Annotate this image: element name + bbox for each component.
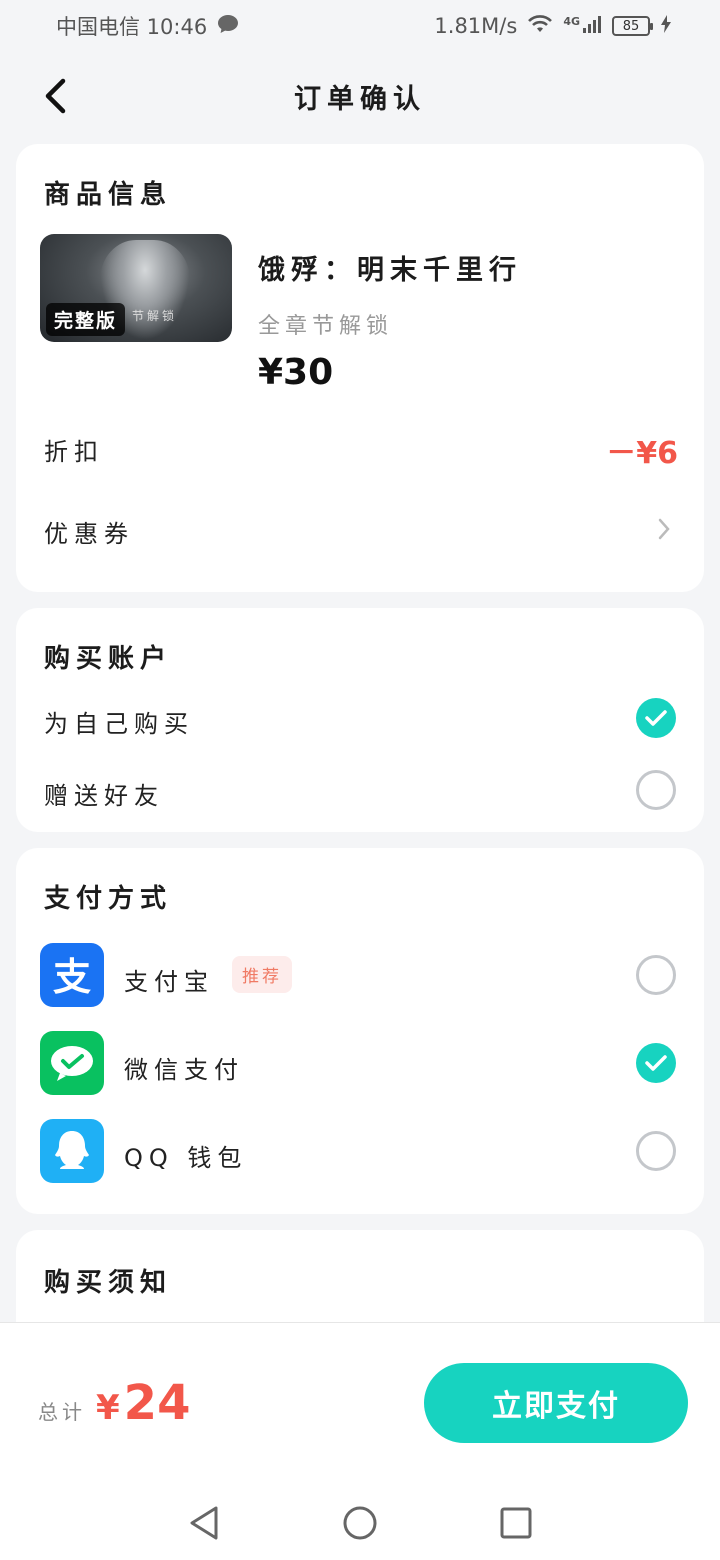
radio-self-checked[interactable] bbox=[636, 698, 676, 738]
pay-now-button[interactable]: 立即支付 bbox=[424, 1363, 688, 1443]
radio-alipay[interactable] bbox=[636, 955, 676, 995]
product-section-title: 商品信息 bbox=[44, 180, 173, 210]
product-cover-image: 节解锁 完整版 bbox=[40, 234, 232, 342]
cover-caption: 节解锁 bbox=[132, 309, 178, 323]
signal-icon bbox=[582, 14, 602, 39]
product-name: 饿殍：明末千里行 bbox=[258, 255, 522, 286]
qq-wallet-label[interactable]: QQ 钱包 bbox=[124, 1138, 247, 1173]
nav-bar: 订单确认 bbox=[0, 60, 720, 132]
radio-qq-wallet[interactable] bbox=[636, 1131, 676, 1171]
currency-symbol: ¥ bbox=[96, 1388, 120, 1428]
radio-gift[interactable] bbox=[636, 770, 676, 810]
payment-section-title: 支付方式 bbox=[44, 884, 173, 914]
discount-label: 折扣 bbox=[44, 438, 104, 466]
product-description: 全章节解锁 bbox=[258, 314, 394, 339]
back-arrow-icon bbox=[45, 78, 66, 114]
recommend-badge: 推荐 bbox=[232, 956, 292, 993]
svg-text:支: 支 bbox=[53, 955, 91, 998]
account-option-gift[interactable]: 赠送好友 bbox=[44, 776, 164, 811]
alipay-icon: 支 bbox=[40, 943, 104, 1007]
message-icon bbox=[217, 14, 239, 39]
check-icon bbox=[645, 1055, 667, 1071]
wifi-icon bbox=[527, 14, 553, 39]
discount-value: －¥6 bbox=[606, 436, 678, 471]
radio-wechat-checked[interactable] bbox=[636, 1043, 676, 1083]
bottom-bar: 总计 ¥ 24 立即支付 bbox=[0, 1322, 720, 1560]
product-price: ¥30 bbox=[258, 352, 334, 393]
check-icon bbox=[645, 710, 667, 726]
back-button[interactable] bbox=[30, 70, 80, 122]
circle-home-icon bbox=[343, 1506, 377, 1540]
total-amount: ¥ 24 bbox=[96, 1375, 190, 1431]
total-label: 总计 bbox=[38, 1400, 86, 1424]
coupon-label[interactable]: 优惠券 bbox=[44, 514, 134, 549]
battery-icon: 85 bbox=[612, 16, 653, 36]
square-recents-icon bbox=[500, 1507, 532, 1539]
battery-level: 85 bbox=[622, 18, 640, 34]
total-value: 24 bbox=[123, 1375, 191, 1431]
page-title: 订单确认 bbox=[294, 83, 426, 115]
network-type: 4G bbox=[563, 14, 580, 28]
nav-home-button[interactable] bbox=[340, 1503, 380, 1543]
status-bar: 中国电信 10:46 1.81M/s 4G 85 bbox=[0, 0, 720, 52]
alipay-label[interactable]: 支付宝 bbox=[124, 962, 214, 997]
nav-back-button[interactable] bbox=[184, 1503, 224, 1543]
carrier-time: 中国电信 10:46 bbox=[56, 15, 208, 39]
nav-recents-button[interactable] bbox=[496, 1503, 536, 1543]
status-left: 中国电信 10:46 bbox=[56, 11, 239, 41]
charging-icon bbox=[660, 14, 672, 39]
wechat-pay-label[interactable]: 微信支付 bbox=[124, 1050, 244, 1085]
product-info-card: 商品信息 节解锁 完整版 饿殍：明末千里行 全章节解锁 ¥30 折扣 －¥6 优… bbox=[16, 144, 704, 592]
payment-method-card: 支付方式 支 支付宝 推荐 微信支付 QQ 钱包 bbox=[16, 848, 704, 1214]
status-right: 1.81M/s 4G 85 bbox=[434, 14, 672, 39]
chevron-right-icon[interactable] bbox=[654, 514, 674, 544]
triangle-back-icon bbox=[190, 1506, 218, 1540]
purchase-account-card: 购买账户 为自己购买 赠送好友 bbox=[16, 608, 704, 832]
wechat-pay-icon bbox=[40, 1031, 104, 1095]
qq-wallet-icon bbox=[40, 1119, 104, 1183]
cover-badge: 完整版 bbox=[46, 303, 126, 336]
account-option-self[interactable]: 为自己购买 bbox=[44, 704, 194, 739]
account-section-title: 购买账户 bbox=[44, 644, 173, 674]
notice-section-title: 购买须知 bbox=[44, 1268, 173, 1298]
system-nav-bar bbox=[0, 1495, 720, 1551]
network-speed: 1.81M/s bbox=[434, 14, 518, 38]
